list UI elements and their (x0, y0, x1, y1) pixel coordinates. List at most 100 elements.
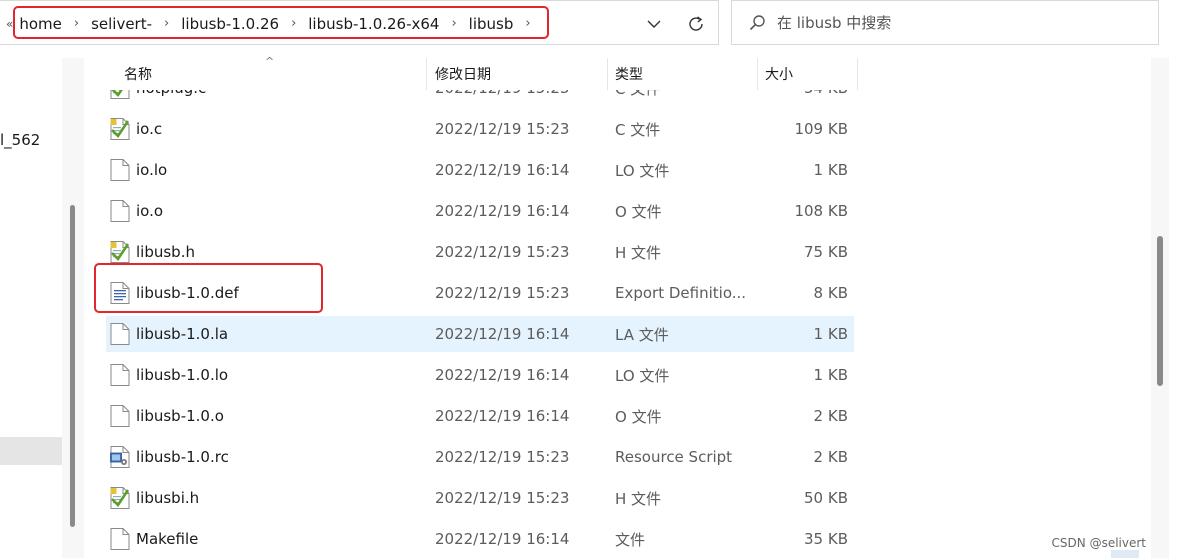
watermark: CSDN @selivert (1051, 536, 1146, 550)
resource-script-icon (110, 446, 130, 468)
blank-file-icon (110, 364, 130, 386)
file-type: LA 文件 (615, 325, 669, 344)
file-list-scrollbar-thumb[interactable] (1157, 236, 1163, 386)
file-name: io.c (136, 120, 163, 138)
blank-file-icon (110, 159, 130, 181)
c-source-icon (110, 241, 130, 263)
file-size: 54 KB (804, 90, 848, 106)
modified-date: 2022/12/19 15:23 (435, 284, 570, 302)
file-list: hotplug.c 2022/12/19 15:23 C 文件 54 KB io.c 20… (106, 90, 854, 558)
nav-item-label[interactable]: l_562 (0, 131, 40, 149)
file-name: libusb-1.0.def (136, 284, 239, 302)
file-type: H 文件 (615, 489, 662, 508)
blank-file-icon (110, 323, 130, 345)
breadcrumb-libusb-1026-x64[interactable]: libusb-1.0.26-x64 (308, 15, 439, 33)
search-input[interactable] (777, 13, 1137, 32)
text-document-icon (110, 282, 130, 304)
file-type: C 文件 (615, 120, 661, 139)
table-row[interactable]: libusb-1.0.lo 2022/12/19 16:14 LO 文件 1 KB (106, 357, 854, 393)
chevron-right-icon[interactable]: › (74, 16, 79, 31)
modified-date: 2022/12/19 16:14 (435, 530, 570, 548)
file-size: 1 KB (813, 161, 848, 179)
table-row[interactable]: hotplug.c 2022/12/19 15:23 C 文件 54 KB (106, 90, 854, 106)
file-size: 2 KB (813, 448, 848, 466)
file-size: 50 KB (804, 489, 848, 507)
chevron-right-icon[interactable]: › (451, 16, 456, 31)
file-size: 2 KB (813, 407, 848, 425)
file-type: LO 文件 (615, 366, 670, 385)
file-name: libusb-1.0.lo (136, 366, 229, 384)
file-name: Makefile (136, 530, 199, 548)
file-name: libusb-1.0.o (136, 407, 224, 425)
table-row[interactable]: io.o 2022/12/19 16:14 O 文件 108 KB (106, 193, 854, 229)
breadcrumb-libusb[interactable]: libusb (469, 15, 514, 33)
file-name: libusb.h (136, 243, 195, 261)
blank-file-icon (110, 405, 130, 427)
file-size: 35 KB (804, 530, 848, 548)
chevron-right-icon[interactable]: › (291, 16, 296, 31)
column-header-date[interactable]: 修改日期 (427, 58, 607, 90)
file-name: hotplug.c (136, 90, 206, 106)
modified-date: 2022/12/19 16:14 (435, 325, 570, 343)
file-size: 108 KB (794, 202, 848, 220)
modified-date: 2022/12/19 16:14 (435, 161, 570, 179)
file-size: 75 KB (804, 243, 848, 261)
c-source-icon (110, 118, 130, 140)
file-type: O 文件 (615, 407, 662, 426)
column-divider[interactable] (857, 58, 858, 90)
refresh-icon[interactable] (684, 1, 708, 46)
file-type: H 文件 (615, 243, 662, 262)
breadcrumb-home[interactable]: home (19, 15, 62, 33)
navigation-pane: l_562 (0, 58, 62, 558)
file-type: C 文件 (615, 90, 660, 106)
modified-date: 2022/12/19 16:14 (435, 407, 570, 425)
breadcrumb-overflow-icon[interactable]: « (6, 17, 13, 31)
file-type: Resource Script (615, 448, 733, 466)
blank-file-icon (110, 528, 130, 550)
table-row[interactable]: io.c 2022/12/19 15:23 C 文件 109 KB (106, 111, 854, 147)
chevron-right-icon[interactable]: › (164, 16, 169, 31)
column-header-size[interactable]: 大小 (757, 58, 857, 90)
file-size: 1 KB (813, 325, 848, 343)
nav-scrollbar-thumb[interactable] (70, 205, 75, 527)
modified-date: 2022/12/19 16:14 (435, 202, 570, 220)
modified-date: 2022/12/19 15:23 (435, 243, 570, 261)
address-bar[interactable]: « home › selivert- › libusb-1.0.26 › lib… (0, 0, 719, 45)
blank-file-icon (110, 200, 130, 222)
modified-date: 2022/12/19 15:23 (435, 90, 569, 106)
breadcrumb: « home › selivert- › libusb-1.0.26 › lib… (0, 1, 531, 46)
file-size: 109 KB (794, 120, 848, 138)
nav-item-selected[interactable] (0, 437, 62, 465)
c-source-icon (110, 90, 130, 99)
chevron-right-icon[interactable]: › (525, 16, 530, 31)
file-type: 文件 (615, 530, 646, 549)
c-source-icon (110, 487, 130, 509)
breadcrumb-libusb-1026[interactable]: libusb-1.0.26 (181, 15, 279, 33)
column-header-name[interactable]: 名称 (116, 58, 426, 90)
table-row[interactable]: libusb.h 2022/12/19 15:23 H 文件 75 KB (106, 234, 854, 270)
file-name: io.o (136, 202, 164, 220)
modified-date: 2022/12/19 15:23 (435, 448, 570, 466)
table-row[interactable]: Makefile 2022/12/19 16:14 文件 35 KB (106, 521, 854, 557)
modified-date: 2022/12/19 15:23 (435, 489, 570, 507)
file-name: libusb-1.0.la (136, 325, 229, 343)
breadcrumb-selivert[interactable]: selivert- (91, 15, 152, 33)
file-name: libusb-1.0.rc (136, 448, 229, 466)
table-row[interactable]: libusb-1.0.o 2022/12/19 16:14 O 文件 2 KB (106, 398, 854, 434)
file-name: io.lo (136, 161, 168, 179)
modified-date: 2022/12/19 16:14 (435, 366, 570, 384)
file-type: Export Definitio... (615, 284, 747, 302)
table-row[interactable]: libusbi.h 2022/12/19 15:23 H 文件 50 KB (106, 480, 854, 516)
file-type: LO 文件 (615, 161, 670, 180)
search-box[interactable] (731, 0, 1159, 45)
file-type: O 文件 (615, 202, 662, 221)
status-bar-fragment (1111, 550, 1139, 558)
table-row[interactable]: libusb-1.0.def 2022/12/19 15:23 Export Def… (106, 275, 854, 311)
table-row[interactable]: libusb-1.0.la 2022/12/19 16:14 LA 文件 1 KB (106, 316, 854, 352)
table-row[interactable]: libusb-1.0.rc 2022/12/19 15:23 Resource Sc… (106, 439, 854, 475)
table-row[interactable]: io.lo 2022/12/19 16:14 LO 文件 1 KB (106, 152, 854, 188)
chevron-down-icon[interactable] (642, 1, 666, 46)
file-size: 1 KB (813, 366, 848, 384)
modified-date: 2022/12/19 15:23 (435, 120, 570, 138)
column-header-type[interactable]: 类型 (607, 58, 757, 90)
